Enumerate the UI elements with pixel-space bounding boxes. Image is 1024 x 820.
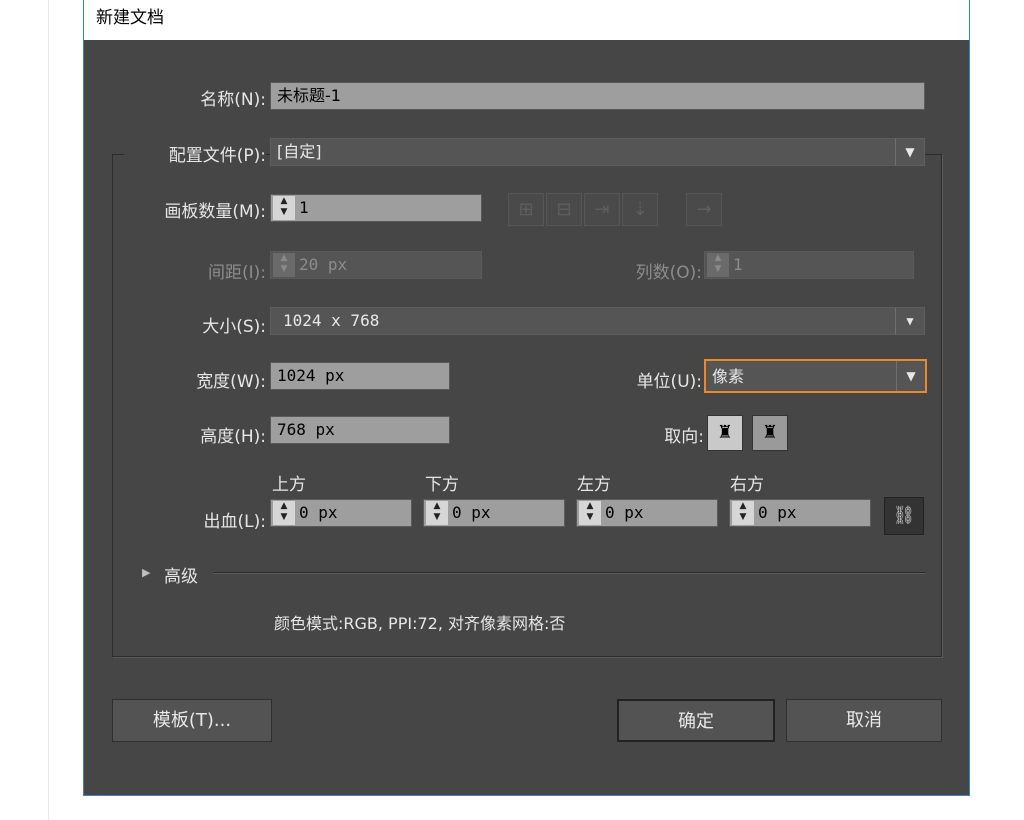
summary-text: 颜色模式:RGB, PPI:72, 对齐像素网格:否 (274, 614, 566, 633)
bleed-right-label: 右方 (730, 475, 764, 495)
width-label: 宽度(W): (196, 372, 266, 392)
spacing-value: 20 px (299, 255, 348, 274)
columns-label: 列数(O): (635, 263, 702, 283)
page-divider (48, 0, 49, 820)
spacing-stepper[interactable]: ▲ ▼ 20 px (270, 251, 482, 279)
bleed-top-label: 上方 (272, 475, 306, 495)
link-icon[interactable]: ⛓ (884, 497, 924, 535)
arrange-by-column-icon[interactable]: ⇣ (622, 193, 658, 226)
units-dropdown[interactable]: 像素 ▼ (704, 359, 927, 393)
stepper-arrows-icon[interactable]: ▲ ▼ (273, 196, 295, 220)
stepper-arrows-icon[interactable]: ▲ ▼ (707, 253, 729, 277)
units-label: 单位(U): (636, 372, 702, 392)
chevron-down-icon: ▼ (896, 361, 925, 391)
landscape-icon[interactable]: ♜ (752, 415, 788, 451)
name-label: 名称(N): (200, 90, 266, 110)
bleed-bottom-value: 0 px (452, 503, 491, 522)
chevron-down-icon: ▼ (895, 139, 924, 165)
columns-stepper[interactable]: ▲ ▼ 1 (704, 251, 914, 279)
stepper-arrows-icon[interactable]: ▲ ▼ (579, 501, 601, 525)
portrait-icon[interactable]: ♜ (707, 415, 743, 451)
new-document-dialog: 新建文档 名称(N): 未标题-1 配置文件(P): [自定] ▼ 画板数量(M… (83, 0, 970, 796)
profile-dropdown[interactable]: [自定] ▼ (270, 138, 925, 166)
bleed-bottom-label: 下方 (425, 475, 459, 495)
artboards-value: 1 (299, 198, 309, 217)
grid-by-column-icon[interactable]: ⊟ (546, 193, 582, 226)
size-dropdown[interactable]: 1024 x 768 ▼ (270, 307, 925, 335)
bleed-bottom-stepper[interactable]: ▲ ▼ 0 px (423, 499, 565, 527)
name-input[interactable]: 未标题-1 (270, 82, 925, 110)
dialog-title: 新建文档 (96, 8, 164, 28)
advanced-label[interactable]: 高级 (164, 562, 198, 587)
bleed-left-stepper[interactable]: ▲ ▼ 0 px (576, 499, 718, 527)
bleed-right-stepper[interactable]: ▲ ▼ 0 px (729, 499, 871, 527)
right-to-left-icon[interactable]: → (686, 193, 722, 226)
bleed-right-value: 0 px (758, 503, 797, 522)
height-input[interactable]: 768 px (270, 416, 450, 444)
ok-button[interactable]: 确定 (617, 699, 775, 742)
stepper-arrows-icon[interactable]: ▲ ▼ (273, 501, 295, 525)
columns-value: 1 (733, 255, 743, 274)
size-label: 大小(S): (202, 317, 266, 337)
width-input[interactable]: 1024 px (270, 362, 450, 390)
advanced-divider (214, 572, 926, 574)
grid-by-row-icon[interactable]: ⊞ (508, 193, 544, 226)
title-bar[interactable]: 新建文档 (84, 0, 969, 40)
stepper-arrows-icon[interactable]: ▲ ▼ (732, 501, 754, 525)
disclosure-triangle-icon[interactable]: ▶ (142, 566, 150, 579)
chevron-down-icon: ▼ (895, 308, 924, 334)
cancel-button[interactable]: 取消 (786, 699, 942, 742)
spacing-label: 间距(I): (207, 263, 266, 283)
templates-button[interactable]: 模板(T)... (112, 699, 272, 742)
height-label: 高度(H): (200, 427, 266, 447)
units-value: 像素 (712, 367, 745, 386)
orientation-label: 取向: (664, 427, 704, 447)
stepper-arrows-icon[interactable]: ▲ ▼ (273, 253, 295, 277)
bleed-label: 出血(L): (203, 512, 266, 532)
bleed-top-stepper[interactable]: ▲ ▼ 0 px (270, 499, 412, 527)
profile-label: 配置文件(P): (124, 141, 266, 166)
arrange-by-row-icon[interactable]: ⇥ (584, 193, 620, 226)
profile-group-box (112, 154, 942, 657)
profile-value: [自定] (277, 142, 322, 161)
bleed-left-value: 0 px (605, 503, 644, 522)
size-value: 1024 x 768 (283, 311, 380, 330)
bleed-left-label: 左方 (577, 475, 611, 495)
bleed-top-value: 0 px (299, 503, 338, 522)
stepper-arrows-icon[interactable]: ▲ ▼ (426, 501, 448, 525)
artboards-stepper[interactable]: ▲ ▼ 1 (270, 194, 482, 222)
artboards-label: 画板数量(M): (164, 202, 266, 222)
